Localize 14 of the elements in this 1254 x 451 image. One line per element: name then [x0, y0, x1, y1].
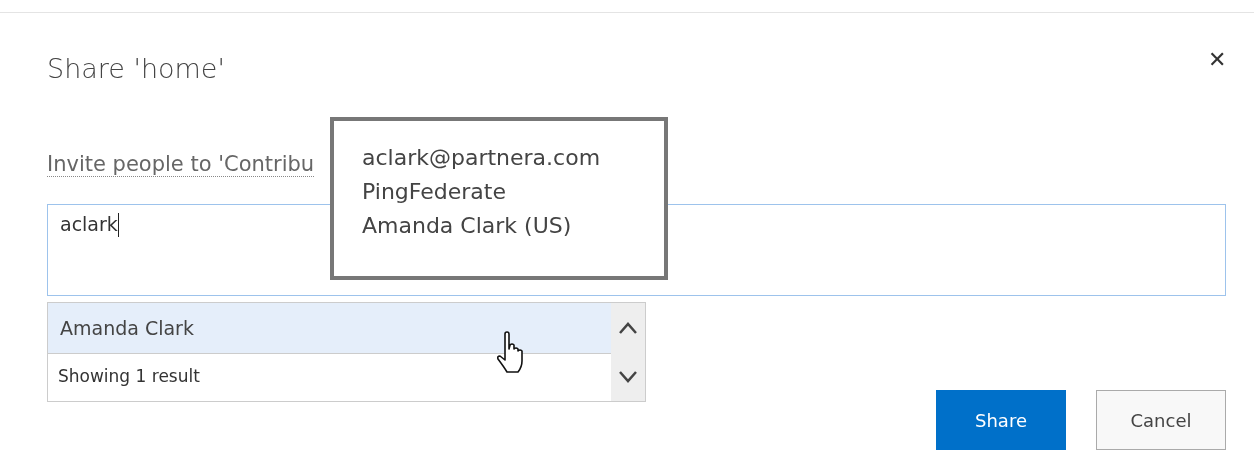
- suggestion-item[interactable]: Amanda Clark: [48, 303, 611, 354]
- scrollbar[interactable]: [611, 303, 645, 401]
- tooltip-line: Amanda Clark (US): [362, 212, 573, 240]
- dialog-title: Share 'home': [47, 53, 225, 84]
- result-count: Showing 1 result: [57, 365, 201, 388]
- invite-label: Invite people to 'Contribu: [47, 152, 315, 177]
- tooltip-line: PingFederate: [362, 178, 507, 206]
- tooltip-line: aclark@partnera.com: [362, 144, 602, 172]
- close-button[interactable]: ✕: [1208, 47, 1226, 73]
- chevron-up-icon[interactable]: [618, 320, 638, 335]
- cancel-button[interactable]: Cancel: [1096, 390, 1226, 450]
- share-button[interactable]: Share: [936, 390, 1066, 450]
- text-cursor: [117, 213, 119, 237]
- chevron-down-icon[interactable]: [618, 369, 638, 384]
